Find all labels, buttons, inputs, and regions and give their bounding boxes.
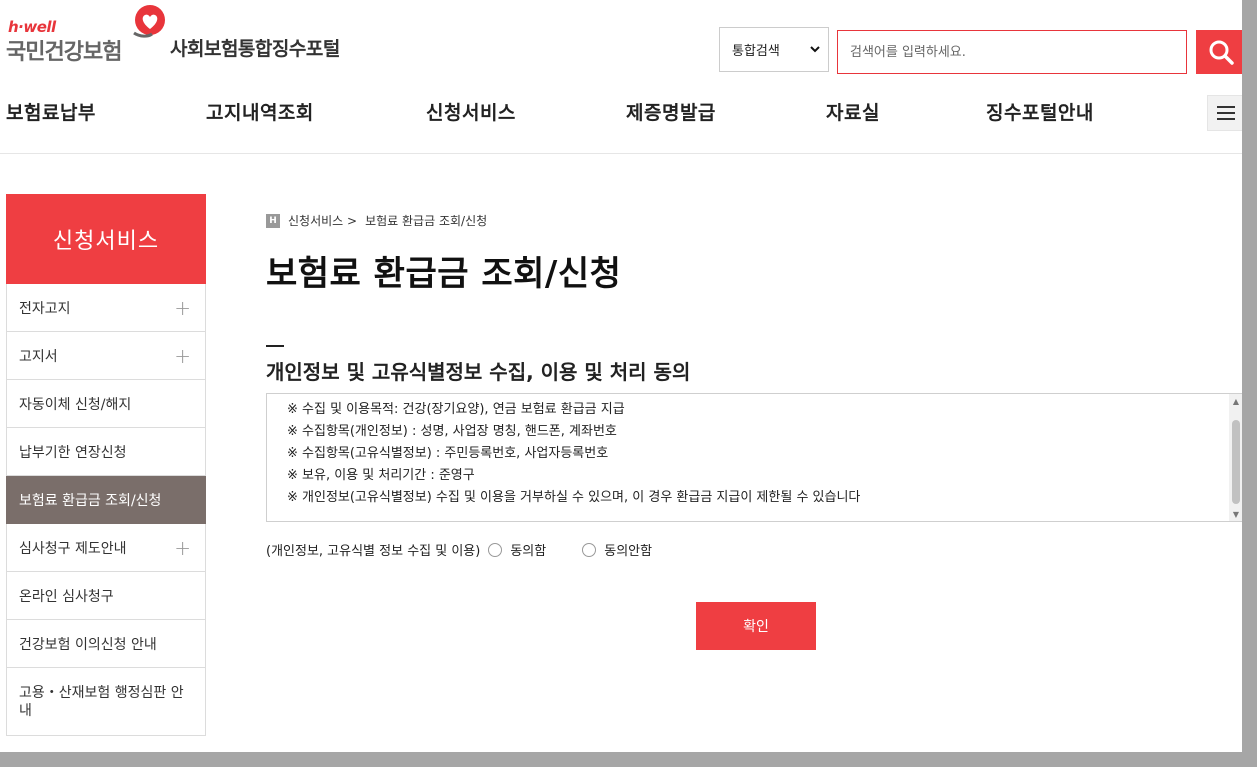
- menu-button[interactable]: [1207, 95, 1242, 131]
- agree-radio[interactable]: [488, 542, 503, 557]
- plus-icon[interactable]: +: [174, 344, 191, 368]
- nav-item-certificate[interactable]: 제증명발급: [626, 98, 716, 125]
- logo-nhis-text[interactable]: 국민건강보험: [6, 34, 122, 66]
- consent-row: (개인정보, 고유식별 정보 수집 및 이용) 동의함 동의안함: [266, 540, 652, 559]
- breadcrumb-item: 보험료 환급금 조회/신청: [365, 214, 488, 228]
- side-nav-item-label: 고용・산재보험 행정심판 안내: [19, 684, 184, 719]
- scroll-up-icon[interactable]: ▲: [1229, 394, 1242, 408]
- side-nav-title: 신청서비스: [6, 194, 206, 284]
- search-scope-select[interactable]: 통합검색: [719, 27, 829, 72]
- nav-item-notice-inquiry[interactable]: 고지내역조회: [206, 98, 314, 125]
- side-nav-item-online-review[interactable]: 온라인 심사청구: [6, 572, 206, 620]
- nav-divider: [0, 153, 1242, 154]
- side-nav-item-label: 납부기한 연장신청: [19, 444, 127, 461]
- nav-item-application[interactable]: 신청서비스: [426, 98, 516, 125]
- breadcrumb: H 신청서비스 > 보험료 환급금 조회/신청: [266, 212, 487, 229]
- side-nav-item-admin-appeal[interactable]: 고용・산재보험 행정심판 안내: [6, 668, 206, 736]
- disagree-label[interactable]: 동의안함: [604, 540, 652, 559]
- side-nav-item-review-guide[interactable]: 심사청구 제도안내 +: [6, 524, 206, 572]
- terms-textbox[interactable]: ※ 수집 및 이용목적: 건강(장기요양), 연금 보험료 환급금 지급 ※ 수…: [266, 393, 1242, 522]
- breadcrumb-item[interactable]: 신청서비스 >: [288, 212, 357, 229]
- terms-scrollbar[interactable]: ▲ ▼: [1229, 394, 1242, 521]
- page: h·well 국민건강보험 사회보험통합징수포털 통합검색 보험료납부 고지내역…: [0, 0, 1242, 752]
- search-input[interactable]: [837, 30, 1187, 74]
- side-nav-item-deadline-extension[interactable]: 납부기한 연장신청: [6, 428, 206, 476]
- search-button[interactable]: [1196, 30, 1242, 74]
- section-title: 개인정보 및 고유식별정보 수집, 이용 및 처리 동의: [266, 360, 691, 384]
- terms-line: ※ 수집항목(고유식별정보) : 주민등록번호, 사업자등록번호: [287, 446, 609, 461]
- search-icon: [1209, 40, 1234, 65]
- page-title: 보험료 환급금 조회/신청: [266, 254, 622, 294]
- side-nav-item-refund[interactable]: 보험료 환급금 조회/신청: [6, 476, 206, 524]
- side-nav-item-auto-transfer[interactable]: 자동이체 신청/해지: [6, 380, 206, 428]
- side-nav-item-notice[interactable]: 고지서 +: [6, 332, 206, 380]
- scroll-down-icon[interactable]: ▼: [1229, 507, 1242, 521]
- plus-icon[interactable]: +: [174, 296, 191, 320]
- nav-item-payment[interactable]: 보험료납부: [6, 98, 96, 125]
- search-scope-value: 통합검색: [732, 44, 780, 59]
- plus-icon[interactable]: +: [174, 536, 191, 560]
- terms-line: ※ 수집 및 이용목적: 건강(장기요양), 연금 보험료 환급금 지급: [287, 402, 625, 417]
- hamburger-icon: [1217, 106, 1235, 120]
- confirm-button[interactable]: 확인: [696, 602, 816, 650]
- heart-logo-icon: [133, 5, 165, 38]
- side-nav-item-label: 보험료 환급금 조회/신청: [19, 492, 162, 509]
- main-nav: 보험료납부 고지내역조회 신청서비스 제증명발급 자료실 징수포털안내: [0, 98, 1242, 128]
- chevron-down-icon: [810, 43, 820, 56]
- scroll-thumb[interactable]: [1232, 420, 1240, 504]
- nav-item-portal-guide[interactable]: 징수포털안내: [986, 98, 1094, 125]
- side-nav: 신청서비스 전자고지 + 고지서 + 자동이체 신청/해지 납부기한 연장신청 …: [6, 194, 206, 736]
- disagree-radio[interactable]: [582, 542, 597, 557]
- nav-item-archive[interactable]: 자료실: [826, 98, 880, 125]
- side-nav-item-label: 온라인 심사청구: [19, 588, 114, 605]
- side-nav-item-e-notice[interactable]: 전자고지 +: [6, 284, 206, 332]
- agree-label[interactable]: 동의함: [510, 540, 546, 559]
- home-icon[interactable]: H: [266, 213, 280, 228]
- side-nav-item-label: 심사청구 제도안내: [19, 540, 127, 557]
- side-nav-item-label: 전자고지: [19, 300, 71, 317]
- section-marker: [266, 345, 284, 347]
- terms-line: ※ 보유, 이용 및 처리기간 : 준영구: [287, 468, 475, 483]
- side-nav-item-label: 건강보험 이의신청 안내: [19, 636, 157, 653]
- side-nav-item-objection[interactable]: 건강보험 이의신청 안내: [6, 620, 206, 668]
- portal-title[interactable]: 사회보험통합징수포털: [170, 34, 340, 61]
- terms-line: ※ 개인정보(고유식별정보) 수집 및 이용을 거부하실 수 있으며, 이 경우…: [287, 490, 861, 505]
- consent-label: (개인정보, 고유식별 정보 수집 및 이용): [266, 544, 481, 559]
- side-nav-item-label: 자동이체 신청/해지: [19, 396, 132, 413]
- terms-text: ※ 수집 및 이용목적: 건강(장기요양), 연금 보험료 환급금 지급 ※ 수…: [287, 399, 860, 509]
- terms-line: ※ 수집항목(개인정보) : 성명, 사업장 명칭, 핸드폰, 계좌번호: [287, 424, 617, 439]
- side-nav-item-label: 고지서: [19, 348, 58, 365]
